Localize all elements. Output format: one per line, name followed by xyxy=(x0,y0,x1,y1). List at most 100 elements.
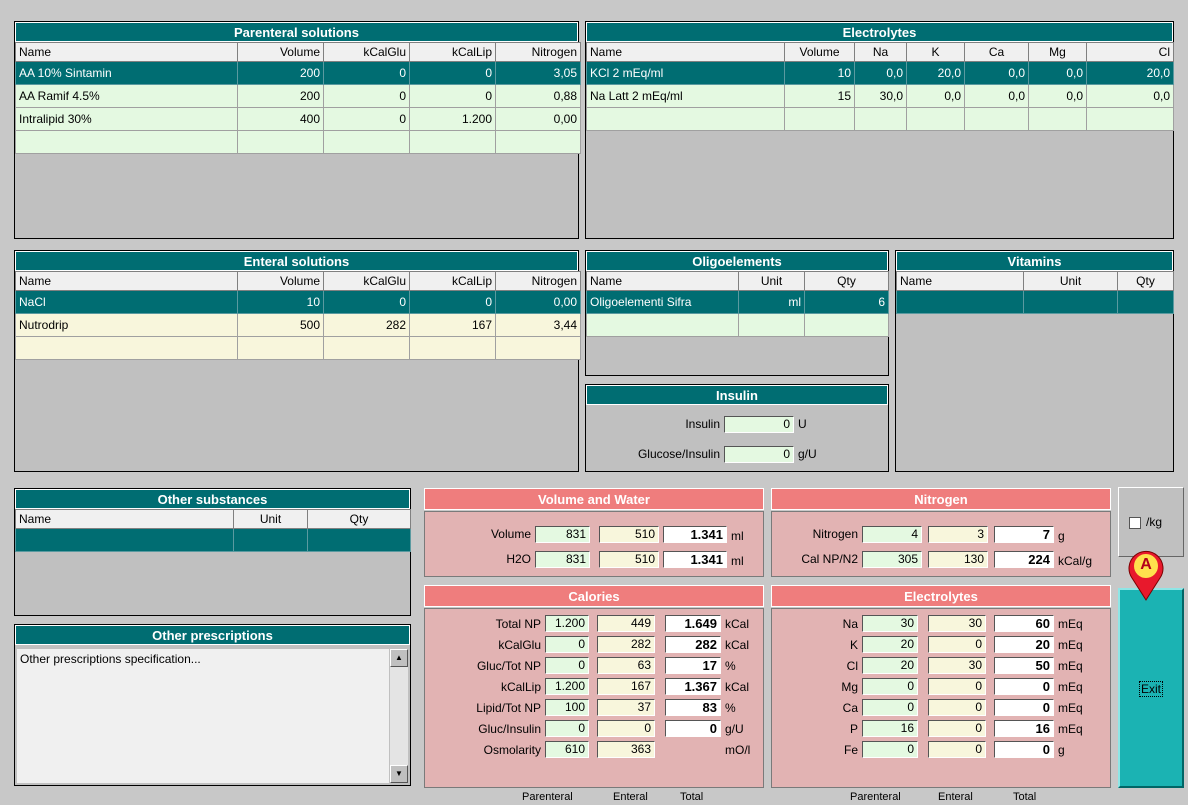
col-kcallip[interactable]: kCalLip xyxy=(409,271,496,291)
table-row[interactable]: Na Latt 2 mEq/ml 15 30,0 0,0 0,0 0,0 0,0 xyxy=(586,84,1174,108)
calories-parenteral-field[interactable]: 1.200 xyxy=(545,615,589,632)
nitrogen-parenteral-field[interactable]: 4 xyxy=(862,526,922,543)
table-row-empty[interactable] xyxy=(896,290,1174,314)
col-volume[interactable]: Volume xyxy=(784,42,855,62)
col-kcalglu[interactable]: kCalGlu xyxy=(323,42,410,62)
scroll-down-button[interactable]: ▼ xyxy=(390,765,408,783)
calories-total-field[interactable]: 17 xyxy=(665,657,721,674)
col-volume[interactable]: Volume xyxy=(237,271,324,291)
col-na[interactable]: Na xyxy=(854,42,907,62)
volume-total-field[interactable]: 1.341 xyxy=(663,526,727,543)
calories-parenteral-field[interactable]: 0 xyxy=(545,636,589,653)
table-row-empty[interactable] xyxy=(15,336,581,360)
electrolytes-total-field[interactable]: 0 xyxy=(994,678,1054,695)
electrolytes-total-field[interactable]: 60 xyxy=(994,615,1054,632)
electrolytes-total-field[interactable]: 0 xyxy=(994,741,1054,758)
col-name[interactable]: Name xyxy=(586,271,739,291)
col-cl[interactable]: Cl xyxy=(1086,42,1174,62)
electrolytes-parenteral-field[interactable]: 30 xyxy=(862,615,918,632)
scrollbar[interactable]: ▲ ▼ xyxy=(390,649,408,783)
table-row[interactable]: Oligoelementi Sifra ml 6 xyxy=(586,290,889,314)
electrolytes-total-field[interactable]: 50 xyxy=(994,657,1054,674)
calnp-n2-enteral-field[interactable]: 130 xyxy=(928,551,988,568)
electrolytes-enteral-field[interactable]: 0 xyxy=(928,699,986,716)
calories-enteral-field[interactable]: 282 xyxy=(597,636,655,653)
table-row-empty[interactable] xyxy=(586,107,1174,131)
table-row[interactable]: KCl 2 mEq/ml 10 0,0 20,0 0,0 0,0 20,0 xyxy=(586,61,1174,85)
table-row[interactable]: Intralipid 30% 400 0 1.200 0,00 xyxy=(15,107,581,131)
calories-total-field[interactable]: 83 xyxy=(665,699,721,716)
other-prescriptions-textarea[interactable]: Other prescriptions specification... xyxy=(17,649,389,783)
electrolytes-total-field[interactable]: 0 xyxy=(994,699,1054,716)
col-unit[interactable]: Unit xyxy=(233,509,308,529)
calnp-n2-total-field[interactable]: 224 xyxy=(994,551,1054,568)
calories-enteral-field[interactable]: 63 xyxy=(597,657,655,674)
nitrogen-total-field[interactable]: 7 xyxy=(994,526,1054,543)
table-row-empty[interactable] xyxy=(15,528,411,552)
h2o-parenteral-field[interactable]: 831 xyxy=(535,551,590,568)
insulin-field[interactable]: 0 xyxy=(724,416,794,433)
col-unit[interactable]: Unit xyxy=(1023,271,1118,291)
scroll-up-button[interactable]: ▲ xyxy=(390,649,408,667)
table-row-empty[interactable] xyxy=(586,313,889,337)
electrolytes-enteral-field[interactable]: 0 xyxy=(928,741,986,758)
calories-enteral-field[interactable]: 37 xyxy=(597,699,655,716)
perkg-checkbox[interactable] xyxy=(1129,517,1141,529)
col-unit[interactable]: Unit xyxy=(738,271,805,291)
col-ca[interactable]: Ca xyxy=(964,42,1029,62)
electrolytes-parenteral-field[interactable]: 16 xyxy=(862,720,918,737)
electrolytes-enteral-field[interactable]: 0 xyxy=(928,678,986,695)
electrolytes-parenteral-field[interactable]: 20 xyxy=(862,657,918,674)
calories-parenteral-field[interactable]: 1.200 xyxy=(545,678,589,695)
calories-total-field[interactable]: 0 xyxy=(665,720,721,737)
calories-total-field[interactable]: 282 xyxy=(665,636,721,653)
electrolytes-parenteral-field[interactable]: 0 xyxy=(862,741,918,758)
calnp-n2-parenteral-field[interactable]: 305 xyxy=(862,551,922,568)
electrolytes-enteral-field[interactable]: 0 xyxy=(928,720,986,737)
electrolytes-enteral-field[interactable]: 0 xyxy=(928,636,986,653)
table-row[interactable]: AA Ramif 4.5% 200 0 0 0,88 xyxy=(15,84,581,108)
nitrogen-enteral-field[interactable]: 3 xyxy=(928,526,988,543)
exit-button[interactable]: Exit xyxy=(1118,588,1184,788)
table-row-empty[interactable] xyxy=(15,130,581,154)
h2o-total-field[interactable]: 1.341 xyxy=(663,551,727,568)
col-qty[interactable]: Qty xyxy=(804,271,889,291)
col-qty[interactable]: Qty xyxy=(1117,271,1174,291)
electrolytes-total-field[interactable]: 16 xyxy=(994,720,1054,737)
col-name[interactable]: Name xyxy=(15,271,238,291)
col-volume[interactable]: Volume xyxy=(237,42,324,62)
col-k[interactable]: K xyxy=(906,42,965,62)
glucose-insulin-field[interactable]: 0 xyxy=(724,446,794,463)
col-name[interactable]: Name xyxy=(15,509,234,529)
col-mg[interactable]: Mg xyxy=(1028,42,1087,62)
col-nitrogen[interactable]: Nitrogen xyxy=(495,42,581,62)
h2o-enteral-field[interactable]: 510 xyxy=(599,551,659,568)
electrolytes-enteral-field[interactable]: 30 xyxy=(928,657,986,674)
electrolytes-parenteral-field[interactable]: 0 xyxy=(862,699,918,716)
table-row[interactable]: Nutrodrip 500 282 167 3,44 xyxy=(15,313,581,337)
electrolytes-total-field[interactable]: 20 xyxy=(994,636,1054,653)
col-qty[interactable]: Qty xyxy=(307,509,411,529)
table-row[interactable]: NaCl 10 0 0 0,00 xyxy=(15,290,581,314)
col-kcallip[interactable]: kCalLip xyxy=(409,42,496,62)
calories-parenteral-field[interactable]: 100 xyxy=(545,699,589,716)
electrolytes-parenteral-field[interactable]: 20 xyxy=(862,636,918,653)
calories-total-field[interactable]: 1.649 xyxy=(665,615,721,632)
electrolytes-enteral-field[interactable]: 30 xyxy=(928,615,986,632)
calories-enteral-field[interactable]: 167 xyxy=(597,678,655,695)
col-name[interactable]: Name xyxy=(586,42,785,62)
col-name[interactable]: Name xyxy=(896,271,1024,291)
calories-enteral-field[interactable]: 449 xyxy=(597,615,655,632)
calories-parenteral-field[interactable]: 610 xyxy=(545,741,589,758)
calories-parenteral-field[interactable]: 0 xyxy=(545,720,589,737)
electrolytes-parenteral-field[interactable]: 0 xyxy=(862,678,918,695)
col-name[interactable]: Name xyxy=(15,42,238,62)
calories-enteral-field[interactable]: 0 xyxy=(597,720,655,737)
calories-parenteral-field[interactable]: 0 xyxy=(545,657,589,674)
calories-enteral-field[interactable]: 363 xyxy=(597,741,655,758)
volume-parenteral-field[interactable]: 831 xyxy=(535,526,590,543)
col-kcalglu[interactable]: kCalGlu xyxy=(323,271,410,291)
col-nitrogen[interactable]: Nitrogen xyxy=(495,271,581,291)
volume-enteral-field[interactable]: 510 xyxy=(599,526,659,543)
calories-total-field[interactable]: 1.367 xyxy=(665,678,721,695)
